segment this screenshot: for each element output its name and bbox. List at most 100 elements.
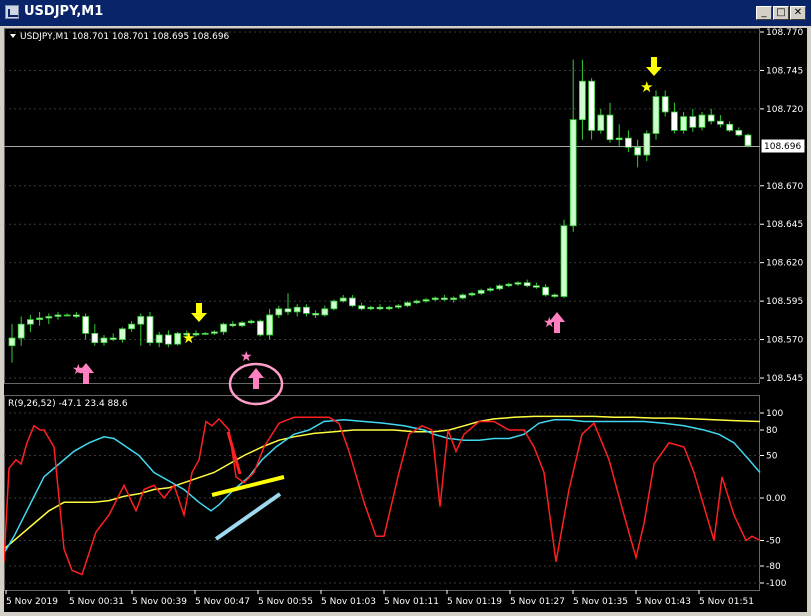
candle-bull bbox=[247, 320, 255, 324]
candle-bull bbox=[63, 314, 71, 317]
candle-bull bbox=[450, 297, 458, 300]
indicator-axis-label: -80 bbox=[766, 562, 781, 572]
minimize-button[interactable]: _ bbox=[756, 6, 772, 20]
candle-bear bbox=[109, 337, 117, 340]
collapse-triangle-icon[interactable] bbox=[10, 34, 16, 38]
candle-bull bbox=[413, 300, 421, 304]
candle-bear bbox=[533, 285, 540, 288]
time-axis-label: 5 Nov 00:39 bbox=[132, 597, 187, 607]
price-chart-canvas[interactable]: 108.770 108.745 108.720 108.670 108.645 108.6… bbox=[4, 28, 807, 612]
indicator-series-slow bbox=[4, 415, 761, 550]
candle-bear bbox=[229, 323, 237, 327]
yellow-down-arrow-icon bbox=[191, 303, 207, 322]
time-axis-label: 5 Nov 00:31 bbox=[69, 597, 124, 607]
candle-bear bbox=[312, 313, 320, 316]
price-axis-label: 108.770 bbox=[766, 28, 803, 38]
candle-bull bbox=[330, 300, 338, 310]
candle-bear bbox=[284, 308, 292, 313]
candle-bear bbox=[440, 297, 448, 300]
candle-bull bbox=[210, 331, 218, 334]
candle-bull bbox=[422, 299, 430, 302]
candle-bull bbox=[468, 293, 476, 296]
chart-info-label: USDJPY,M1 108.701 108.701 108.695 108.69… bbox=[20, 32, 230, 42]
time-axis-label: 5 Nov 01:19 bbox=[447, 597, 502, 607]
chart-window-icon bbox=[5, 5, 19, 19]
candle-bull bbox=[293, 306, 301, 313]
price-axis-label: 108.545 bbox=[766, 374, 803, 384]
candle-bull bbox=[496, 285, 504, 290]
candle-bull bbox=[275, 308, 283, 316]
candle-bear bbox=[91, 333, 99, 344]
price-axis: 108.770 108.745 108.720 108.670 108.645 108.6… bbox=[760, 28, 803, 384]
candle-bull bbox=[569, 119, 577, 227]
candle-bear bbox=[671, 111, 678, 131]
candle-bear bbox=[164, 334, 172, 345]
candle-bear bbox=[73, 314, 80, 317]
maximize-button[interactable]: □ bbox=[773, 6, 789, 20]
indicator-axis-label: 0.00 bbox=[766, 494, 786, 504]
chart-area[interactable]: 108.770 108.745 108.720 108.670 108.645 108.6… bbox=[4, 28, 807, 612]
time-axis-label: 5 Nov 00:47 bbox=[195, 597, 250, 607]
candle-bull bbox=[36, 317, 43, 320]
candle-bear bbox=[726, 123, 733, 131]
candle-bull bbox=[459, 294, 467, 299]
candle-bear bbox=[707, 114, 715, 122]
time-axis-label: 5 Nov 01:03 bbox=[321, 597, 376, 607]
yellow-star-icon: ★ bbox=[640, 78, 653, 96]
price-axis-label: 108.670 bbox=[766, 182, 803, 192]
time-axis-label: 5 Nov 01:27 bbox=[510, 597, 565, 607]
candle-bull bbox=[45, 316, 53, 319]
candle-bear bbox=[661, 96, 669, 113]
price-axis-label: 108.570 bbox=[766, 336, 803, 346]
yellow-down-arrow-icon bbox=[646, 57, 662, 76]
indicator-series-mid bbox=[4, 419, 761, 554]
candle-bull bbox=[560, 225, 568, 297]
time-axis-label: 5 Nov 01:51 bbox=[699, 597, 754, 607]
candle-bear bbox=[302, 306, 310, 314]
candle-bull bbox=[643, 133, 651, 156]
candle-bull bbox=[652, 96, 660, 134]
candle-bear bbox=[689, 116, 697, 128]
candle-bull bbox=[26, 319, 34, 325]
pink-star-icon: ★ bbox=[240, 349, 253, 365]
candle-bear bbox=[551, 294, 559, 297]
candle-bull bbox=[505, 283, 513, 287]
time-axis-label: 5 Nov 01:35 bbox=[573, 597, 628, 607]
time-axis-label: 5 Nov 01:11 bbox=[384, 597, 439, 607]
candle-bull bbox=[680, 116, 687, 131]
window-titlebar: USDJPY,M1 _ □ ✕ bbox=[0, 0, 811, 26]
close-button[interactable]: ✕ bbox=[790, 6, 806, 20]
yellow-trend-line bbox=[211, 475, 285, 497]
candle-bear bbox=[348, 297, 356, 307]
candle-bull bbox=[579, 80, 586, 121]
candle-bull bbox=[220, 323, 228, 333]
price-axis-label: 108.595 bbox=[766, 297, 803, 307]
candle-bull bbox=[385, 306, 393, 310]
candle-bull bbox=[174, 333, 182, 345]
window-title: USDJPY,M1 bbox=[24, 4, 104, 19]
candle-bull bbox=[119, 328, 126, 340]
indicator-axis-label: 80 bbox=[766, 426, 778, 436]
time-axis-label: 5 Nov 01:43 bbox=[636, 597, 691, 607]
candle-bull bbox=[17, 323, 25, 339]
candle-bull bbox=[477, 289, 485, 294]
candle-bull bbox=[266, 314, 274, 336]
candle-bull bbox=[514, 282, 522, 285]
indicator-axis-label: -100 bbox=[766, 579, 787, 589]
indicator-axis: 100 80 50 0.00 -50 -80 -100 bbox=[760, 409, 787, 589]
candle-bear bbox=[376, 306, 384, 310]
candle-bull bbox=[155, 334, 163, 344]
indicator-info-label: R(9,26,52) -47.1 23.4 88.6 bbox=[8, 399, 128, 409]
candle-bull bbox=[486, 288, 494, 291]
candle-bear bbox=[146, 316, 154, 344]
candle-bear bbox=[717, 120, 724, 125]
candle-bull bbox=[394, 305, 402, 308]
time-axis-label: 5 Nov 2019 bbox=[6, 597, 58, 607]
price-axis-label: 108.620 bbox=[766, 259, 803, 269]
candlesticks bbox=[8, 59, 752, 363]
candle-bear bbox=[542, 286, 549, 296]
price-axis-label: 108.645 bbox=[766, 220, 803, 230]
pink-star-icon: ★ bbox=[72, 362, 85, 378]
candle-bull bbox=[238, 322, 246, 327]
candle-bull bbox=[597, 114, 605, 131]
